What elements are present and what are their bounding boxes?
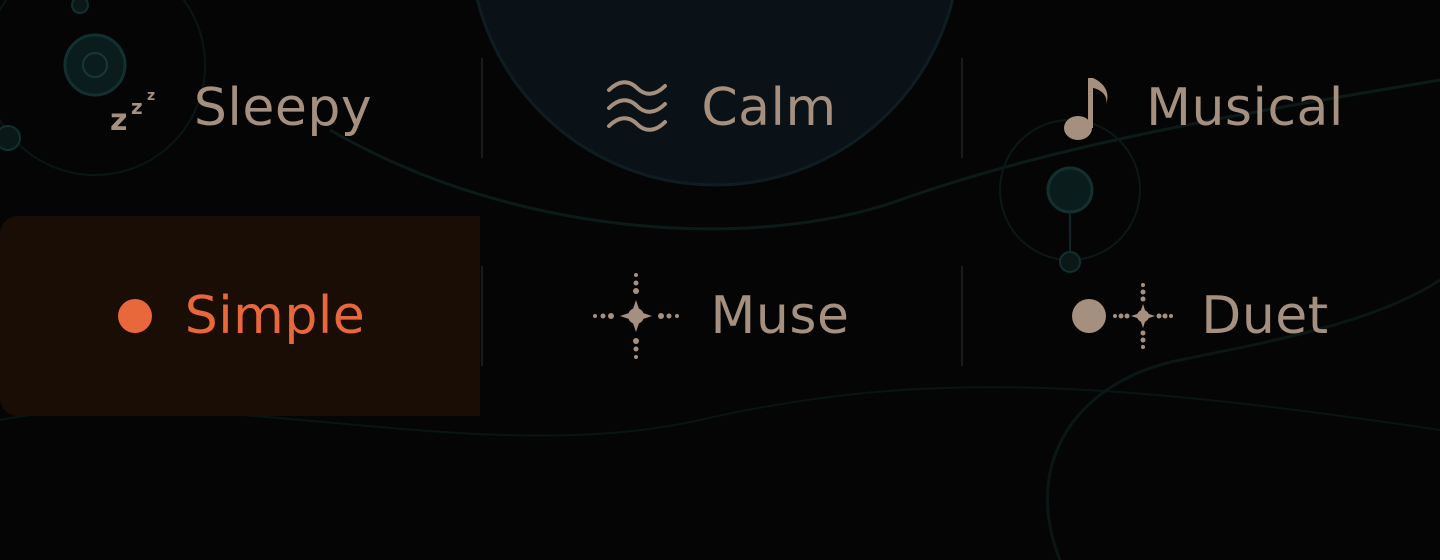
svg-text:z: z	[147, 88, 155, 104]
dot-icon	[115, 276, 155, 356]
mode-label: Muse	[710, 286, 850, 346]
divider	[481, 58, 483, 158]
mode-sleepy[interactable]: z z z Sleepy	[0, 8, 480, 208]
mode-label: Simple	[184, 286, 366, 346]
mode-simple[interactable]: Simple	[0, 216, 480, 416]
divider	[481, 266, 483, 366]
mode-label: Musical	[1146, 78, 1344, 138]
mode-label: Duet	[1201, 286, 1329, 346]
mode-label: Sleepy	[193, 78, 373, 138]
music-note-icon	[1056, 68, 1116, 148]
mode-calm[interactable]: Calm	[480, 8, 960, 208]
waves-icon	[603, 68, 671, 148]
sparkle-icon	[591, 273, 681, 359]
divider	[961, 58, 963, 158]
mode-muse[interactable]: Muse	[480, 216, 960, 416]
mode-selector: z z z Sleepy Calm Musical Simple Muse Du…	[0, 0, 1440, 420]
zzz-icon: z z z	[108, 68, 164, 148]
divider	[961, 266, 963, 366]
mode-duet[interactable]: Duet	[960, 216, 1440, 416]
mode-label: Calm	[701, 78, 837, 138]
dot-sparkle-icon	[1071, 276, 1183, 356]
svg-text:z: z	[131, 95, 143, 119]
svg-text:z: z	[110, 103, 127, 136]
mode-musical[interactable]: Musical	[960, 8, 1440, 208]
